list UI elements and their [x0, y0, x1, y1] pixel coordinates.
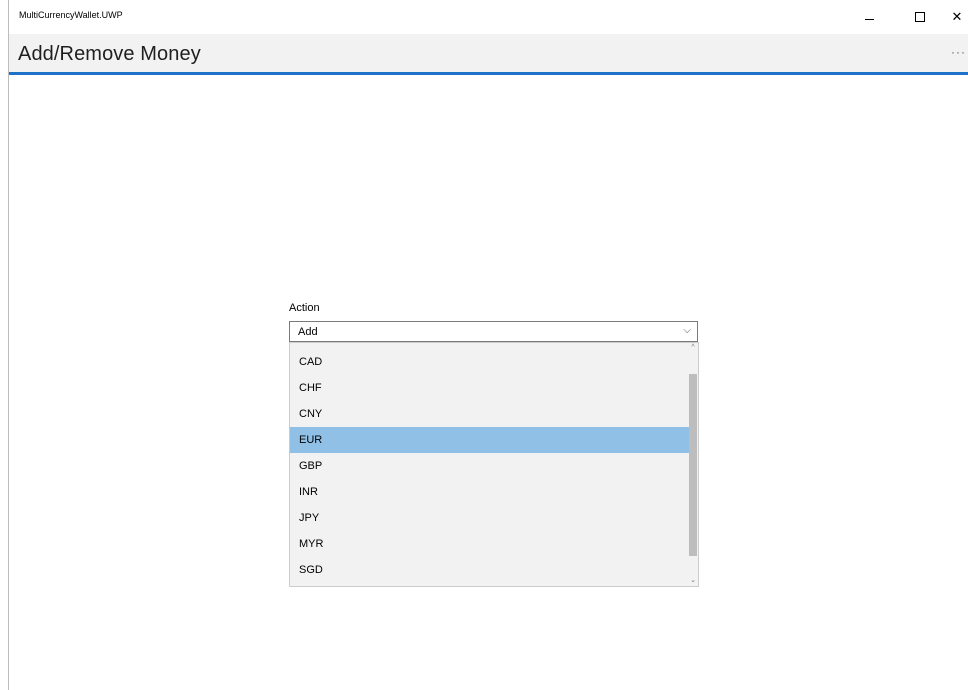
app-window: MultiCurrencyWallet.UWP ✕ Add/Remove Mon… — [8, 0, 968, 690]
dropdown-option[interactable]: CHF — [290, 375, 689, 401]
window-title: MultiCurrencyWallet.UWP — [19, 10, 123, 20]
more-options-button[interactable]: ··· — [951, 45, 966, 59]
dropdown-option[interactable]: SGD — [290, 557, 689, 583]
maximize-icon — [915, 12, 925, 22]
dropdown-option[interactable]: GBP — [290, 453, 689, 479]
action-label: Action — [289, 302, 320, 314]
currency-dropdown-list[interactable]: CAD CHF CNY EUR GBP INR JPY MYR SGD ^ ⌄ — [289, 342, 699, 587]
action-combobox-value: Add — [298, 326, 318, 338]
page-header: Add/Remove Money ··· — [9, 34, 968, 72]
dropdown-option[interactable]: INR — [290, 479, 689, 505]
dropdown-scrollbar[interactable]: ^ ⌄ — [688, 343, 698, 586]
dropdown-option[interactable]: MYR — [290, 531, 689, 557]
minimize-icon — [864, 18, 874, 20]
page-title: Add/Remove Money — [18, 43, 201, 65]
chevron-down-icon: ⌵ — [683, 325, 691, 336]
dropdown-option[interactable]: CAD — [290, 349, 689, 375]
dropdown-option[interactable]: CNY — [290, 401, 689, 427]
title-bar: MultiCurrencyWallet.UWP ✕ — [9, 0, 968, 34]
close-button[interactable]: ✕ — [943, 6, 968, 28]
close-icon: ✕ — [951, 9, 963, 24]
action-combobox[interactable]: Add ⌵ — [289, 321, 698, 342]
minimize-button[interactable] — [855, 6, 883, 28]
scrollbar-thumb[interactable] — [689, 374, 697, 556]
dropdown-option[interactable]: JPY — [290, 505, 689, 531]
header-accent-bar — [9, 72, 968, 75]
maximize-button[interactable] — [906, 6, 934, 28]
scroll-down-icon[interactable]: ⌄ — [689, 576, 697, 586]
scroll-up-icon[interactable]: ^ — [689, 343, 697, 353]
dropdown-option[interactable]: EUR — [290, 427, 689, 453]
